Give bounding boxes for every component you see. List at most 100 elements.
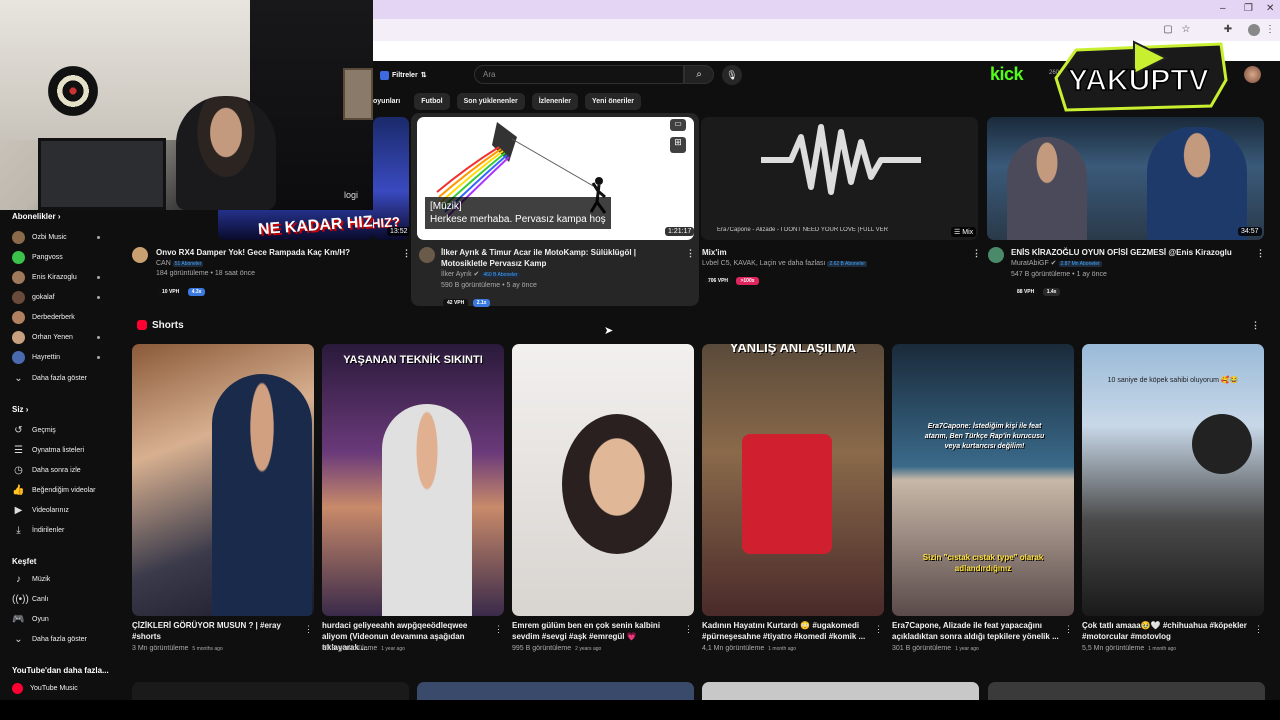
video-title[interactable]: İlker Ayrık & Timur Acar ile MotoKamp: S… — [441, 247, 681, 269]
short-overlay-text: YAŞANAN TEKNİK SIKINTI — [343, 354, 483, 366]
clock-icon: ◷ — [14, 464, 23, 476]
sidebar-item-label: Müzik — [32, 575, 51, 583]
filter-chip[interactable]: oyunları — [373, 93, 407, 110]
next-row-thumbnail[interactable] — [132, 682, 409, 700]
short-title[interactable]: ÇİZİKLERİ GÖRÜYOR MUSUN ? | #eray #short… — [132, 620, 302, 642]
channel-avatar — [12, 250, 25, 264]
short-thumbnail[interactable]: 10 saniye de köpek sahibi oluyorum 🥰😂 — [1082, 344, 1264, 616]
vph-badges: 10 VPH 4.3x — [158, 280, 206, 298]
search-input[interactable]: Ara — [474, 65, 684, 84]
short-thumbnail[interactable] — [512, 344, 694, 616]
gamepad-icon: 🎮 — [12, 613, 25, 625]
filter-button[interactable]: Filtreler ⇅ — [380, 67, 427, 83]
short-menu-icon[interactable]: ⋮ — [874, 624, 883, 635]
square-icon[interactable]: ▢ — [1162, 24, 1174, 36]
sidebar-subscription-label: Derbederberk — [32, 313, 75, 321]
cc-icon[interactable]: ▭ — [670, 119, 686, 131]
sidebar-subscription[interactable]: Pangvoss — [12, 249, 122, 265]
webcam-brand: logi — [344, 190, 359, 200]
video-title[interactable]: Mix'im — [702, 247, 942, 258]
browser-address-bar[interactable] — [373, 19, 1280, 41]
sidebar-subscription[interactable]: Ozbi Music — [12, 229, 122, 245]
video-menu-icon[interactable]: ⋮ — [686, 248, 695, 259]
video-thumbnail[interactable]: [Müzik] Herkese merhaba. Pervasız kampa … — [417, 117, 694, 240]
sidebar-item[interactable]: ♪ Müzik — [12, 571, 122, 587]
short-stats: 4,1 Mn görüntüleme 1 month ago — [702, 645, 797, 652]
short-title[interactable]: Kadının Hayatını Kurtardı 😳 #ugakomedi #… — [702, 620, 872, 642]
sidebar-item[interactable]: ((•)) Canlı — [12, 591, 122, 607]
filter-chip[interactable]: Futbol — [414, 93, 450, 110]
sidebar-subscription[interactable]: Hayrettin — [12, 349, 122, 365]
vph-badges: 88 VPH 1.4x — [1013, 280, 1061, 298]
sidebar-subscription[interactable]: Orhan Yenen — [12, 329, 122, 345]
filter-chip[interactable]: Yeni öneriler — [585, 93, 642, 110]
thumbnail-text: Era7Capone - Alizade - I DONT NEED YOUR … — [717, 227, 888, 233]
short-thumbnail[interactable]: YANLIŞ ANLAŞILMA — [702, 344, 884, 616]
short-menu-icon[interactable]: ⋮ — [494, 624, 503, 635]
subscriptions-header[interactable]: Abonelikler › — [12, 212, 60, 221]
channel-avatar[interactable] — [419, 247, 435, 263]
short-stats: 3 Mn görüntüleme 5 months ago — [132, 645, 223, 652]
video-thumbnail[interactable]: 34:57 — [987, 117, 1264, 240]
show-more-subscriptions[interactable]: ⌄ Daha fazla göster — [12, 370, 122, 386]
youtube-music-link[interactable]: YouTube Music — [12, 680, 122, 696]
short-thumbnail[interactable] — [132, 344, 314, 616]
person-left — [1007, 137, 1087, 240]
short-title[interactable]: Emrem gülüm ben en çok senin kalbini sev… — [512, 620, 682, 642]
sidebar-item[interactable]: ▶ Videolarınız — [12, 502, 122, 518]
video-menu-icon[interactable]: ⋮ — [1256, 248, 1265, 259]
video-thumbnail[interactable]: HIZ? 13:52 — [373, 117, 409, 240]
person — [382, 404, 472, 616]
shorts-menu-icon[interactable]: ⋮ — [1251, 320, 1260, 331]
sidebar-subscription-label: Enis Kirazoglu — [32, 273, 77, 281]
video-duration: 1:21:17 — [665, 227, 694, 236]
sidebar-item[interactable]: 🎮 Oyun — [12, 611, 122, 627]
filter-chip[interactable]: Son yüklenenler — [456, 93, 525, 110]
short-title[interactable]: Era7Capone, Alizade ile feat yapacağını … — [892, 620, 1062, 642]
short-menu-icon[interactable]: ⋮ — [304, 624, 313, 635]
close-window-button[interactable]: ✕ — [1266, 3, 1274, 14]
video-title[interactable]: ENİS KİRAZOĞLU OYUN OFİSİ GEZMESİ @Enis … — [1011, 247, 1251, 258]
puzzle-icon[interactable]: ✚ — [1222, 24, 1234, 36]
channel-avatar[interactable] — [132, 247, 148, 263]
add-to-queue-icon[interactable]: ⊞ — [670, 137, 686, 153]
sidebar-item[interactable]: ◷ Daha sonra izle — [12, 462, 122, 478]
short-title[interactable]: Çok tatlı amaaa🥹🤍 #chihuahua #köpekler #… — [1082, 620, 1252, 642]
voice-search-button[interactable]: 🎙 — [722, 65, 742, 85]
sidebar-item[interactable]: ↺ Geçmiş — [12, 422, 122, 438]
sidebar-subscription[interactable]: Derbederberk — [12, 309, 122, 325]
search-button[interactable]: ⌕ — [684, 65, 714, 84]
short-thumbnail[interactable]: YAŞANAN TEKNİK SIKINTI — [322, 344, 504, 616]
streamer — [176, 96, 276, 210]
maximize-button[interactable]: ❐ — [1244, 3, 1253, 14]
short-thumbnail[interactable]: Era7Capone: İstediğim kişi ile feat atar… — [892, 344, 1074, 616]
download-icon: ⤓ — [16, 524, 21, 536]
sidebar-item[interactable]: 👍 Beğendiğim videolar — [12, 482, 122, 498]
video-thumbnail[interactable]: Era7Capone - Alizade - I DONT NEED YOUR … — [701, 117, 978, 240]
browser-tab-strip — [373, 0, 1280, 19]
sidebar-subscription[interactable]: Enis Kirazoglu — [12, 269, 122, 285]
you-header[interactable]: Siz › — [12, 405, 28, 414]
account-avatar[interactable] — [1244, 66, 1261, 83]
sidebar-subscription[interactable]: gokalaf — [12, 289, 122, 305]
channel-avatar — [12, 310, 25, 324]
channel-avatar — [12, 230, 25, 244]
filter-chip[interactable]: İzlenenler — [531, 93, 578, 110]
minimize-button[interactable]: – — [1220, 3, 1226, 14]
short-menu-icon[interactable]: ⋮ — [1064, 624, 1073, 635]
channel-avatar[interactable] — [988, 247, 1004, 263]
video-menu-icon[interactable]: ⋮ — [402, 248, 411, 259]
short-menu-icon[interactable]: ⋮ — [1254, 624, 1263, 635]
short-menu-icon[interactable]: ⋮ — [684, 624, 693, 635]
star-icon[interactable]: ☆ — [1180, 24, 1192, 36]
video-menu-icon[interactable]: ⋮ — [972, 248, 981, 259]
sidebar-item[interactable]: ☰ Oynatma listeleri — [12, 442, 122, 458]
next-row-thumbnail[interactable] — [988, 682, 1265, 700]
sidebar-item[interactable]: ⤓ İndirilenler — [12, 522, 122, 538]
video-title[interactable]: Onvo RX4 Damper Yok! Gece Rampada Kaç Km… — [156, 247, 396, 258]
next-row-thumbnail[interactable] — [702, 682, 979, 700]
next-row-thumbnail[interactable] — [417, 682, 694, 700]
show-more-explore[interactable]: ⌄ Daha fazla göster — [12, 631, 122, 647]
menu-icon[interactable]: ⋮ — [1264, 24, 1276, 36]
profile-icon[interactable] — [1248, 24, 1260, 36]
